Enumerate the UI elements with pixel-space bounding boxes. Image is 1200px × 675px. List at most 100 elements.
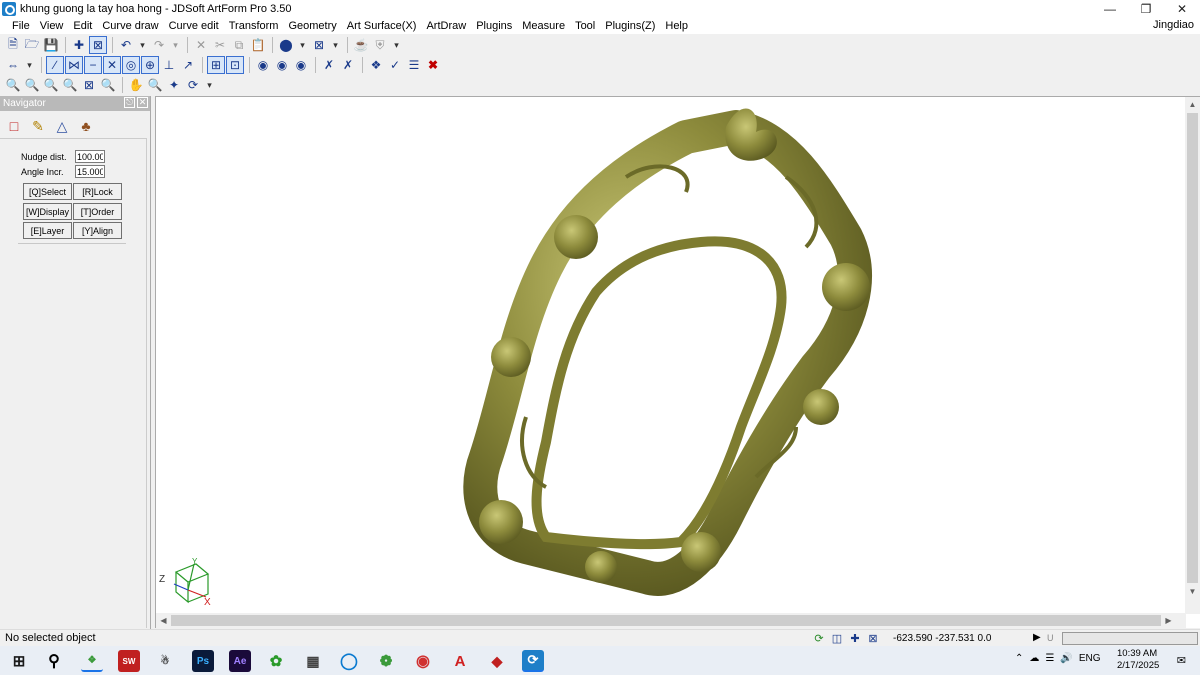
menu-artdraw[interactable]: ArtDraw: [421, 20, 471, 32]
order-button[interactable]: [T]Order: [73, 203, 122, 220]
crosshair-icon[interactable]: ✚: [70, 36, 88, 54]
snap-nearest-icon[interactable]: ↗: [179, 56, 197, 74]
show-hidden-icons-icon[interactable]: ⌃: [1015, 653, 1023, 664]
menu-help[interactable]: Help: [660, 20, 693, 32]
menu-measure[interactable]: Measure: [517, 20, 570, 32]
solidworks-app-icon[interactable]: SW: [118, 650, 140, 672]
box-status-icon[interactable]: ⊠: [866, 631, 880, 645]
calculator-app-icon[interactable]: ▦: [302, 650, 324, 672]
paste-icon[interactable]: 📋: [249, 36, 267, 54]
bucket-icon[interactable]: ⛨: [371, 36, 389, 54]
grid-snap-icon[interactable]: ⊞: [207, 56, 225, 74]
leaf-app-icon[interactable]: ✿: [265, 650, 287, 672]
artform-app-icon[interactable]: ⟳: [522, 650, 544, 672]
scroll-down-icon[interactable]: ▼: [1185, 584, 1200, 599]
zoom-in-icon[interactable]: 🔍: [42, 76, 60, 94]
photoshop-app-icon[interactable]: Ps: [192, 650, 214, 672]
menu-curve-edit[interactable]: Curve edit: [164, 20, 224, 32]
play-icon[interactable]: ▶: [1033, 632, 1041, 643]
zoom-all-icon[interactable]: 🔍: [99, 76, 117, 94]
angle-input[interactable]: [75, 165, 105, 178]
list-tool-icon[interactable]: ☰: [405, 56, 423, 74]
minimize-button[interactable]: —: [1092, 0, 1128, 17]
menu-edit[interactable]: Edit: [68, 20, 97, 32]
taskbar-clock[interactable]: 10:39 AM 2/17/2025: [1117, 648, 1159, 672]
snap-center-icon[interactable]: ◎: [122, 56, 140, 74]
zoom-dynamic-icon[interactable]: 🔍: [146, 76, 164, 94]
lock-button[interactable]: [R]Lock: [73, 183, 122, 200]
menu-file[interactable]: File: [7, 20, 35, 32]
layer-status-icon[interactable]: ◫: [830, 631, 844, 645]
language-indicator[interactable]: ENG: [1079, 653, 1101, 664]
eye-icon[interactable]: ❖: [367, 56, 385, 74]
snap-tangent-icon[interactable]: −: [84, 56, 102, 74]
arrows-dropdown-icon[interactable]: ▾: [23, 56, 36, 74]
green-app-icon[interactable]: ❁: [375, 650, 397, 672]
render-status-icon[interactable]: ⟳: [812, 631, 826, 645]
view-more-icon[interactable]: ▾: [203, 76, 216, 94]
menu-view[interactable]: View: [35, 20, 69, 32]
scroll-right-icon[interactable]: ▶: [1161, 616, 1176, 625]
close-button[interactable]: ✕: [1164, 0, 1200, 17]
pin-icon[interactable]: ⎋: [124, 97, 135, 108]
view-box-icon[interactable]: ⊠: [310, 36, 328, 54]
object-tab-icon[interactable]: □: [5, 117, 23, 135]
scroll-left-icon[interactable]: ◀: [156, 616, 171, 625]
open-folder-icon[interactable]: 🗁: [23, 36, 41, 54]
snap-perpendicular-icon[interactable]: ⊥: [160, 56, 178, 74]
after-effects-app-icon[interactable]: Ae: [229, 650, 251, 672]
rotate-view-icon[interactable]: ✦: [165, 76, 183, 94]
ortho-snap-icon[interactable]: ⊡: [226, 56, 244, 74]
network-status-icon[interactable]: ☁: [1029, 653, 1039, 664]
zoom-extents-icon[interactable]: ⊠: [80, 76, 98, 94]
render-dropdown-icon[interactable]: ▾: [296, 36, 309, 54]
crosshair-status-icon[interactable]: ✚: [848, 631, 862, 645]
eraser-tab-icon[interactable]: △: [53, 117, 71, 135]
close-red-icon[interactable]: ✖: [424, 56, 442, 74]
sphere-render-icon[interactable]: ⬤: [277, 36, 295, 54]
snap-endpoint-icon[interactable]: ∕: [46, 56, 64, 74]
menu-plugins-z[interactable]: Plugins(Z): [600, 20, 660, 32]
snap-intersection-icon[interactable]: ✕: [103, 56, 121, 74]
scroll-up-icon[interactable]: ▲: [1185, 97, 1200, 112]
3d-viewport[interactable]: X Y Z ▲ ▼ ◀ ▶: [155, 96, 1200, 628]
restore-button[interactable]: ❐: [1128, 0, 1164, 17]
delete-icon[interactable]: ✕: [192, 36, 210, 54]
menu-geometry[interactable]: Geometry: [283, 20, 341, 32]
copy-icon[interactable]: ⧉: [230, 36, 248, 54]
artcam-app-icon[interactable]: ❖: [81, 650, 103, 672]
orbit-icon[interactable]: ⟳: [184, 76, 202, 94]
paint-tab-icon[interactable]: ♣: [77, 117, 95, 135]
menu-tool[interactable]: Tool: [570, 20, 600, 32]
zoom-window-icon[interactable]: 🔍: [4, 76, 22, 94]
extend-icon[interactable]: ✗: [339, 56, 357, 74]
cup-icon[interactable]: ☕: [352, 36, 370, 54]
horizontal-scrollbar[interactable]: ◀ ▶: [156, 613, 1186, 628]
surface-c-icon[interactable]: ◉: [292, 56, 310, 74]
undo-icon[interactable]: ↶: [117, 36, 135, 54]
redo-dropdown-icon[interactable]: ▾: [169, 36, 182, 54]
view-dropdown-icon[interactable]: ▾: [329, 36, 342, 54]
chrome-browser-icon[interactable]: ◉: [412, 650, 434, 672]
snap-midpoint-icon[interactable]: ⋈: [65, 56, 83, 74]
menu-art-surface[interactable]: Art Surface(X): [342, 20, 422, 32]
search-icon[interactable]: ⚲: [43, 650, 65, 672]
red-app-icon[interactable]: ◆: [486, 650, 508, 672]
notification-icon[interactable]: ✉: [1177, 654, 1186, 667]
volume-icon[interactable]: 🔊: [1060, 653, 1072, 664]
menu-plugins[interactable]: Plugins: [471, 20, 517, 32]
align-button[interactable]: [Y]Align: [73, 222, 122, 239]
edge-browser-icon[interactable]: ◯: [338, 650, 360, 672]
surface-a-icon[interactable]: ◉: [254, 56, 272, 74]
nudge-input[interactable]: [75, 150, 105, 163]
menu-transform[interactable]: Transform: [224, 20, 284, 32]
check-tool-icon[interactable]: ✓: [386, 56, 404, 74]
vertical-scrollbar[interactable]: ▲ ▼: [1185, 97, 1200, 614]
toolbar-more-icon[interactable]: ▾: [390, 36, 403, 54]
save-icon[interactable]: 💾: [42, 36, 60, 54]
snap-quadrant-icon[interactable]: ⊕: [141, 56, 159, 74]
undo-dropdown-icon[interactable]: ▾: [136, 36, 149, 54]
horizontal-scroll-thumb[interactable]: [171, 615, 1161, 626]
surface-b-icon[interactable]: ◉: [273, 56, 291, 74]
windows-start-icon[interactable]: ⊞: [8, 650, 30, 672]
